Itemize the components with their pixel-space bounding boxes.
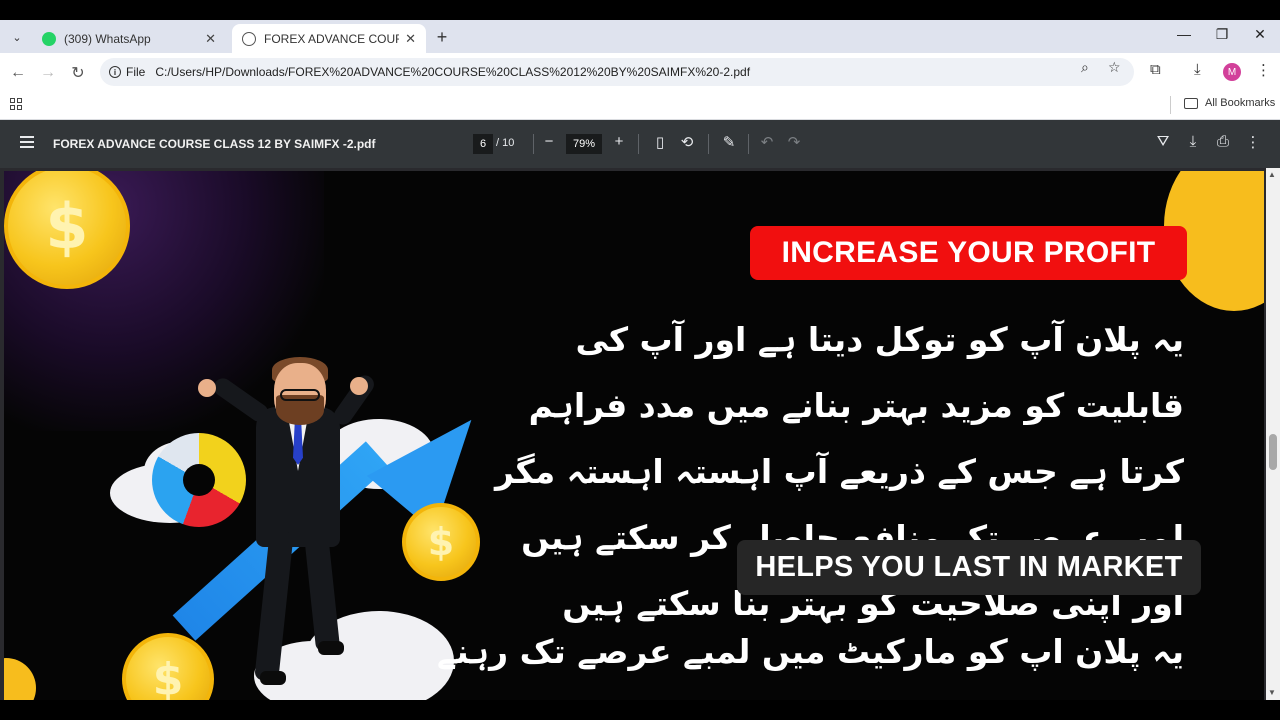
man-shoe (260, 671, 286, 685)
reload-icon: ↻ (71, 65, 85, 82)
chevron-down-icon: ⌄ (12, 31, 22, 44)
undo-icon[interactable]: ↶ (757, 133, 777, 151)
man-hand (198, 379, 216, 397)
man-shoe (318, 641, 344, 655)
fit-page-icon[interactable]: ▯ (650, 133, 670, 151)
restore-button[interactable]: ❐ (1208, 26, 1236, 43)
pdf-viewport[interactable]: $ $ $ INCREASE YOUR PROFIT یہ پلان آپ کو… (0, 168, 1266, 700)
zoom-icon[interactable]: ⌕ (1081, 59, 1089, 76)
draw-annotation-icon[interactable]: ✎ (719, 133, 739, 151)
back-button[interactable]: ← (7, 62, 29, 84)
man-glasses (280, 389, 320, 401)
site-info-label: File (126, 65, 146, 79)
pie-chart-icon (152, 433, 246, 527)
bookmark-star-icon[interactable]: ☆ (1108, 59, 1121, 76)
tab-search-button[interactable]: ⌄ (6, 26, 28, 48)
rotate-icon[interactable]: ⟲ (677, 133, 697, 151)
bottom-strip (0, 700, 1280, 720)
zoom-out-icon[interactable]: − (539, 133, 559, 150)
tab-title: FOREX ADVANCE COURSE CLAS (264, 31, 399, 46)
redo-icon[interactable]: ↷ (784, 133, 804, 151)
pdf-title: FOREX ADVANCE COURSE CLASS 12 BY SAIMFX … (53, 137, 376, 151)
man-leg (303, 530, 341, 652)
scrollbar-thumb[interactable] (1269, 434, 1277, 470)
globe-icon (242, 31, 256, 46)
drive-save-icon[interactable]: ⛛ (1153, 133, 1173, 150)
increase-profit-heading: INCREASE YOUR PROFIT (750, 226, 1187, 280)
folder-icon (1184, 97, 1198, 109)
new-tab-button[interactable]: + (432, 27, 452, 47)
dollar-coin-icon: $ (402, 503, 480, 581)
more-options-icon[interactable]: ⋮ (1243, 133, 1263, 151)
whatsapp-icon (42, 31, 56, 46)
profile-avatar[interactable]: M (1223, 63, 1241, 81)
divider (1170, 96, 1171, 114)
close-tab-icon[interactable]: ✕ (205, 31, 216, 47)
page-total: / 10 (496, 137, 515, 149)
man-hand (350, 377, 368, 395)
arrow-left-icon: ← (10, 64, 26, 81)
print-icon[interactable]: ⎙ (1213, 133, 1233, 150)
dollar-coin-icon: $ (122, 633, 214, 700)
divider (638, 134, 639, 154)
forward-button[interactable]: → (37, 62, 59, 84)
tab-whatsapp[interactable]: (309) WhatsApp ✕ (32, 24, 226, 53)
hamburger-menu-icon[interactable] (20, 136, 34, 148)
divider (708, 134, 709, 154)
address-bar[interactable]: i File C:/Users/HP/Downloads/FOREX%20ADV… (100, 58, 1134, 86)
bookmarks-bar: All Bookmarks (0, 91, 1280, 120)
scroll-down-icon[interactable]: ▼ (1268, 688, 1276, 697)
tab-forex-pdf[interactable]: FOREX ADVANCE COURSE CLAS ✕ (232, 24, 426, 53)
pdf-page: $ $ $ INCREASE YOUR PROFIT یہ پلان آپ کو… (4, 171, 1264, 700)
divider (748, 134, 749, 154)
minimize-button[interactable]: — (1170, 26, 1198, 42)
tab-title: (309) WhatsApp (64, 31, 151, 46)
divider (533, 134, 534, 154)
urdu-paragraph-2: یہ پلان اپ کو مارکیٹ میں لمبے عرصے تک رہ… (436, 632, 1184, 700)
page-number-input[interactable]: 6 (473, 134, 493, 154)
close-tab-icon[interactable]: ✕ (405, 31, 416, 47)
download-icon[interactable]: ⤓ (1194, 61, 1201, 78)
apps-grid-icon[interactable] (10, 98, 22, 110)
yellow-corner-shape (4, 658, 36, 700)
site-info-chip[interactable]: i File (109, 65, 145, 79)
url-text[interactable]: C:/Users/HP/Downloads/FOREX%20ADVANCE%20… (155, 65, 750, 79)
arrow-right-icon: → (40, 64, 56, 81)
close-window-button[interactable]: ✕ (1246, 26, 1274, 43)
info-icon: i (109, 66, 121, 78)
helps-last-heading: HELPS YOU LAST IN MARKET (737, 540, 1201, 595)
all-bookmarks-label: All Bookmarks (1205, 97, 1276, 109)
zoom-level-input[interactable]: 79% (566, 134, 602, 154)
navigation-bar: ← → ↻ i File C:/Users/HP/Downloads/FOREX… (0, 53, 1280, 91)
scroll-up-icon[interactable]: ▲ (1268, 170, 1276, 179)
download-icon[interactable]: ⤓ (1183, 133, 1203, 150)
tab-bar: ⌄ (309) WhatsApp ✕ FOREX ADVANCE COURSE … (0, 20, 1280, 53)
os-top-strip (0, 0, 1280, 20)
reload-button[interactable]: ↻ (67, 62, 89, 84)
all-bookmarks-button[interactable]: All Bookmarks (1184, 97, 1275, 109)
extensions-icon[interactable]: ⧉ (1150, 61, 1161, 78)
pdf-toolbar: FOREX ADVANCE COURSE CLASS 12 BY SAIMFX … (0, 120, 1280, 168)
menu-kebab-icon[interactable]: ⋮ (1256, 61, 1271, 79)
zoom-in-icon[interactable]: + (609, 133, 629, 150)
